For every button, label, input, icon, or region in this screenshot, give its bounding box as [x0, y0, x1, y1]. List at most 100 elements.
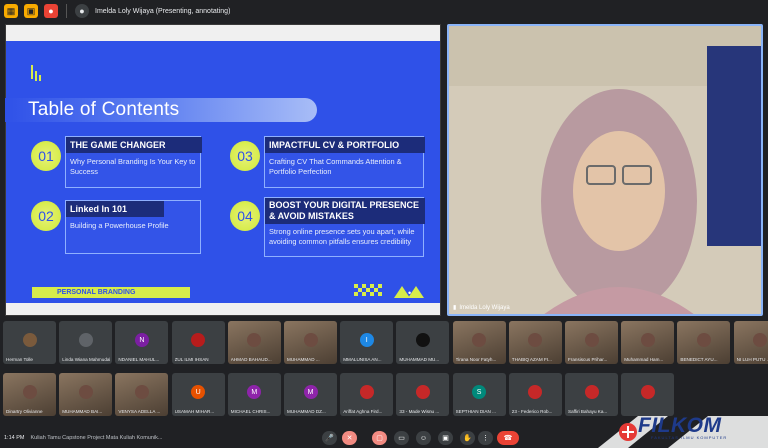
top-bar: ▦ ▣ ● ● Imelda Loly Wijaya (Presenting, … — [0, 0, 768, 22]
participant-tile[interactable]: 23 - Federico Rob... — [508, 373, 562, 416]
participant-avatar — [303, 333, 318, 347]
more-options-icon[interactable]: ⋮ — [478, 431, 493, 445]
toc-card-text: Crafting CV That Commands Attention & Po… — [269, 157, 402, 176]
speaker-name-label: ▮ Imelda Loly Wijaya — [453, 304, 510, 312]
participant-tile[interactable]: Muhammad Ham... — [621, 321, 675, 364]
presenting-icon: ▮ — [453, 305, 457, 311]
participant-name: AHMAD BAHAUD... — [230, 357, 272, 362]
slide-bottom-strip — [6, 303, 440, 315]
participant-tile[interactable]: ZUL ILMI IHSAN — [171, 321, 225, 364]
participant-avatar: M — [303, 385, 318, 399]
participant-name: MUHAMMAD MU... — [399, 357, 440, 362]
raise-hand-icon[interactable]: ✋ — [460, 431, 475, 445]
participant-tile[interactable]: MUHAMMAD MU... — [396, 321, 450, 364]
participant-tile[interactable]: THABIQ AZAM FI... — [508, 321, 562, 364]
participant-tile[interactable]: BENEDICT AYU... — [677, 321, 731, 364]
filkom-subtitle: FAKULTAS ILMU KOMPUTER — [651, 435, 728, 440]
participant-tile[interactable]: M MUHAMMAD DZ... — [284, 373, 337, 416]
present-icon[interactable]: ▣ — [438, 431, 453, 445]
participant-name: NI LUH PUTU ... — [736, 357, 768, 362]
participant-name: BENEDICT AYU... — [680, 357, 718, 362]
toc-card-heading: Linked In 101 — [66, 201, 164, 217]
presenter-status-icon: ● — [75, 4, 89, 18]
participant-tile[interactable]: MUHAMMAD BAI... — [59, 373, 113, 416]
toc-card-03: IMPACTFUL CV & PORTFOLIO Crafting CV Tha… — [264, 136, 425, 188]
decoration-pattern-icon — [354, 284, 424, 298]
participant-name: 23 - Federico Rob... — [511, 409, 553, 414]
participant-avatar — [359, 385, 374, 399]
toc-card-heading: BOOST YOUR DIGITAL PRESENCE & AVOID MIST… — [265, 198, 425, 224]
shared-slide: Table of Contents 01 THE GAME CHANGER Wh… — [5, 24, 441, 316]
slide-top-strip — [6, 25, 440, 41]
divider — [66, 4, 67, 18]
participant-name: MICHAEL CHRIS... — [230, 409, 271, 414]
toc-card-04: BOOST YOUR DIGITAL PRESENCE & AVOID MIST… — [264, 197, 425, 257]
participant-tile[interactable]: S SEPTHIAN DIAN ... — [452, 373, 506, 416]
participant-name: ZUL ILMI IHSAN — [174, 357, 209, 362]
participant-avatar — [22, 385, 37, 399]
participant-tile[interactable]: NI LUH PUTU ... — [733, 321, 768, 364]
participant-avatar — [78, 385, 93, 399]
participant-avatar — [584, 333, 599, 347]
participant-tile[interactable]: I MMALUNISA AN... — [340, 321, 394, 364]
meeting-window: { "topbar": { "presenter_title": "Imelda… — [0, 0, 768, 448]
participant-name: NDANIEL MAHUL... — [118, 357, 160, 362]
participant-name: Dinartry Olivianne — [6, 409, 43, 414]
participant-tile[interactable]: Fransiscus Prihar... — [565, 321, 618, 364]
item-number-04: 04 — [230, 201, 260, 231]
speaker-name: Imelda Loly Wijaya — [459, 304, 510, 311]
toc-card-text: Building a Powerhouse Profile — [70, 221, 169, 230]
toc-card-text: Why Personal Branding Is Your Key to Suc… — [70, 157, 196, 176]
participant-name: MMALUNISA AN... — [343, 357, 382, 362]
speaker-video[interactable]: ▮ Imelda Loly Wijaya — [447, 24, 763, 316]
participant-name: Linda Wiana Mahmudah — [62, 357, 111, 362]
participant-tile[interactable]: Tirana Noor Fatyh... — [452, 321, 506, 364]
participant-name: Fransiscus Prihar... — [568, 357, 608, 362]
mic-off-icon[interactable]: ✕ — [342, 431, 357, 445]
participant-avatar — [753, 333, 768, 347]
captions-icon[interactable]: ▭ — [394, 431, 409, 445]
participant-avatar — [247, 333, 262, 347]
participant-name: Herman Tolle — [6, 357, 33, 362]
item-number-03: 03 — [230, 141, 260, 171]
participant-name: Tirana Noor Fatyh... — [455, 357, 497, 362]
toc-card-01: THE GAME CHANGER Why Personal Branding I… — [65, 136, 202, 188]
participant-tile[interactable]: U USAMAH MIHAR... — [171, 373, 225, 416]
stop-presenting-icon[interactable]: ● — [44, 4, 58, 18]
participant-tile[interactable]: Ariffat Aghna Fird... — [340, 373, 394, 416]
participant-tile[interactable]: M MICHAEL CHRIS... — [227, 373, 281, 416]
participant-avatar — [528, 333, 543, 347]
participant-avatar — [22, 333, 37, 347]
participant-name: Ariffat Aghna Fird... — [343, 409, 383, 414]
filkom-watermark: FILKOM FAKULTAS ILMU KOMPUTER — [598, 410, 768, 448]
heading-line: BOOST YOUR DIGITAL PRESENCE — [269, 200, 420, 210]
apps-icon[interactable]: ▦ — [4, 4, 18, 18]
participant-avatar — [415, 385, 430, 399]
participant-avatar — [472, 333, 487, 347]
participant-tile[interactable]: MUHAMMAD ... — [284, 321, 337, 364]
participant-tile[interactable]: N NDANIEL MAHUL... — [115, 321, 169, 364]
participant-tile[interactable]: Herman Tolle — [3, 321, 56, 364]
participant-tile[interactable]: AHMAD BAHAUD... — [227, 321, 281, 364]
end-call-button[interactable]: ☎ — [497, 431, 519, 445]
participant-avatar: S — [472, 385, 487, 399]
clock: 1:14 PM — [4, 435, 25, 441]
participant-name: USAMAH MIHAR... — [174, 409, 215, 414]
participant-avatar — [528, 385, 543, 399]
participant-tile[interactable]: 33 - Made Wisnu ... — [396, 373, 450, 416]
speaker-video-frame — [449, 26, 761, 314]
toc-card-02: Linked In 101 Building a Powerhouse Prof… — [65, 200, 201, 254]
mic-icon[interactable]: 🎤 — [322, 431, 337, 445]
meeting-title: Kuliah Tamu Capstone Project Mata Kuliah… — [30, 435, 163, 441]
presentation-icon[interactable]: ▣ — [24, 4, 38, 18]
participant-name: 33 - Made Wisnu ... — [399, 409, 440, 414]
camera-off-icon[interactable]: ▢ — [372, 431, 387, 445]
slide-title: Table of Contents — [28, 99, 180, 120]
participant-tile[interactable]: VENYSA ADELLA ... — [115, 373, 169, 416]
emoji-icon[interactable]: ☺ — [416, 431, 431, 445]
participant-tile[interactable]: Dinartry Olivianne — [3, 373, 56, 416]
participant-tile[interactable]: Linda Wiana Mahmudah — [59, 321, 113, 364]
participant-name: MUHAMMAD DZ... — [287, 409, 326, 414]
participant-avatar: U — [191, 385, 206, 399]
footer-label: PERSONAL BRANDING — [32, 287, 190, 298]
